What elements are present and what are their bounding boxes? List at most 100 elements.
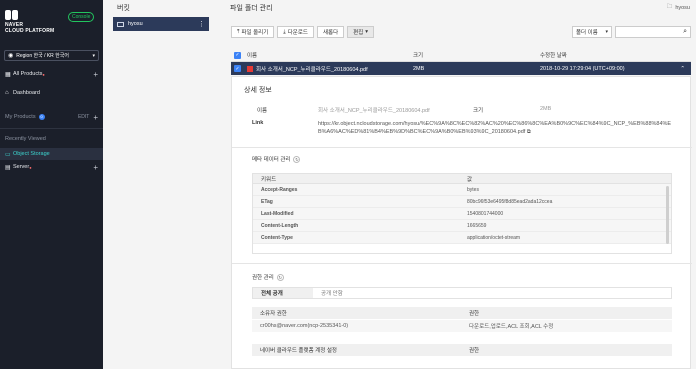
- sidebar-item-server[interactable]: ▤ Server ● +: [0, 161, 103, 173]
- home-icon: ⌂: [5, 90, 9, 96]
- brand-text: NAVER CLOUD PLATFORM: [5, 22, 55, 34]
- copy-icon[interactable]: ⧉: [527, 129, 531, 135]
- row-check-cell: ✓: [231, 65, 247, 72]
- sidebar-item-all-products[interactable]: ▦ All Products ● +: [0, 68, 103, 80]
- refresh-icon[interactable]: ↻: [293, 155, 301, 163]
- refresh-button[interactable]: 새롭다: [316, 26, 345, 38]
- chevron-down-icon: ▾: [605, 29, 608, 35]
- table-header: ✓ 이름 크기 수정한 날짜: [231, 49, 691, 62]
- chevron-down-icon: ▾: [365, 29, 369, 35]
- new-dot: ●: [29, 164, 32, 170]
- main-panel: 파일 폴더 관리 🗀 hyosu ⤒ 파일 올리기 ⤓ 다운로드 새롭다 편집 …: [214, 0, 696, 369]
- meta-value: 1665659: [467, 222, 487, 229]
- sort-label: 폴더 이름: [576, 30, 598, 36]
- sidebar-item-object-storage[interactable]: ▭ Object Storage: [0, 148, 103, 160]
- plus-icon[interactable]: +: [93, 70, 98, 79]
- file-size: 2MB: [413, 65, 425, 72]
- col-name[interactable]: 이름: [247, 51, 413, 59]
- server-icon: ▤: [5, 164, 11, 171]
- download-label: 다운로드: [287, 30, 308, 36]
- toolbar: ⤒ 파일 올리기 ⤓ 다운로드 새롭다 편집 ▾: [231, 26, 375, 38]
- naver-account-header-row: 네이버 클라우드 플랫폼 계정 설정 권한: [252, 344, 672, 356]
- meta-key: Content-Length: [261, 222, 299, 229]
- name-value: 회사 소개서_NCP_누리클라우드_20180604.pdf: [318, 108, 430, 114]
- search-input[interactable]: ⌕: [615, 26, 691, 38]
- meta-title-label: 메타 데이터 관리: [252, 157, 291, 163]
- sidebar-item-label: Server: [13, 164, 30, 170]
- meta-value: 80bc96f53e6495f8d85ead2ada12ccea: [467, 198, 553, 205]
- perm-section-title: 권한 관리 ↻: [252, 273, 284, 281]
- sidebar-item-label: Dashboard: [13, 90, 40, 96]
- file-table: ✓ 이름 크기 수정한 날짜 ✓ 회사 소개서_NCP_누리클라우드_20180…: [231, 49, 691, 75]
- download-button[interactable]: ⤓ 다운로드: [277, 26, 314, 38]
- refresh-label: 새롭다: [322, 30, 339, 36]
- more-vertical-icon[interactable]: ⋮: [198, 20, 205, 28]
- link-value[interactable]: https://kr.object.ncloudstorage.com/hyos…: [318, 120, 673, 136]
- perm-title-label: 권한 관리: [252, 275, 274, 281]
- public-value[interactable]: 공개 안함: [313, 288, 671, 298]
- public-row: 전체 공개 공개 안함: [252, 287, 672, 299]
- console-badge[interactable]: Console: [68, 12, 95, 22]
- owner-header-row: 소유자 권한 권한: [252, 307, 672, 319]
- sidebar-item-dashboard[interactable]: ⌂ Dashboard: [0, 87, 103, 99]
- owner-row: cr00hs@naver.com(ncp-2535341-0) 다운로드,업로드…: [252, 320, 672, 332]
- naver-logo-icon: [5, 10, 25, 20]
- sidebar-item-my-products[interactable]: My Products 0 EDIT +: [0, 111, 103, 123]
- sort-select[interactable]: 폴더 이름 ▾: [572, 26, 612, 38]
- link-label: Link: [252, 120, 264, 126]
- table-row[interactable]: ✓ 회사 소개서_NCP_누리클라우드_20180604.pdf 2MB 201…: [231, 62, 691, 75]
- bucket-panel: 버킷 hyosu ⋮: [103, 0, 214, 369]
- meta-row[interactable]: Content-Type application/octet-stream: [253, 232, 671, 244]
- col-modified[interactable]: 수정한 날짜: [540, 51, 567, 59]
- sidebar-item-label: My Products: [5, 114, 36, 120]
- meta-row[interactable]: Accept-Ranges bytes: [253, 184, 671, 196]
- folder-icon: 🗀: [666, 4, 673, 10]
- select-all-cell: ✓: [231, 51, 247, 59]
- upload-button[interactable]: ⤒ 파일 올리기: [231, 26, 275, 38]
- plus-icon[interactable]: +: [93, 163, 98, 172]
- edit-link[interactable]: EDIT: [78, 114, 89, 120]
- meta-value: bytes: [467, 186, 479, 193]
- edit-dropdown[interactable]: 편집 ▾: [347, 26, 375, 38]
- chevron-up-icon[interactable]: ⌃: [680, 66, 691, 72]
- size-value: 2MB: [540, 106, 552, 112]
- meta-scrollbar[interactable]: [666, 186, 669, 244]
- region-select[interactable]: ◉ Region 한국 / KR 한국어 ▾: [4, 50, 99, 61]
- public-label: 전체 공개: [261, 291, 283, 297]
- sidebar-divider: [0, 128, 103, 129]
- breadcrumb[interactable]: 🗀 hyosu: [667, 3, 690, 12]
- name-label: 이름: [257, 108, 268, 114]
- row-checkbox[interactable]: ✓: [234, 65, 241, 72]
- plus-icon[interactable]: +: [93, 113, 98, 122]
- meta-key: ETag: [261, 198, 273, 205]
- meta-key: Accept-Ranges: [261, 186, 298, 193]
- region-label: Region 한국 / KR 한국어: [16, 53, 69, 59]
- meta-row[interactable]: Last-Modified 1540801744000: [253, 208, 671, 220]
- upload-icon: ⤒: [237, 28, 240, 35]
- col-size[interactable]: 크기: [413, 51, 540, 59]
- recently-viewed-heading: Recently Viewed: [5, 136, 46, 142]
- meta-row[interactable]: ETag 80bc96f53e6495f8d85ead2ada12ccea: [253, 196, 671, 208]
- detail-title: 상세 정보: [244, 87, 272, 94]
- bucket-panel-title: 버킷: [117, 5, 130, 12]
- page-title: 파일 폴더 관리: [230, 5, 273, 12]
- bucket-item[interactable]: hyosu ⋮: [113, 17, 209, 31]
- upload-label: 파일 올리기: [241, 30, 269, 36]
- meta-row[interactable]: Content-Length 1665659: [253, 220, 671, 232]
- file-modified: 2018-10-29 17:29:04 (UTC+09:00): [540, 65, 625, 72]
- meta-key: Content-Type: [261, 234, 293, 241]
- download-icon: ⤓: [283, 28, 286, 35]
- edit-label: 편집: [353, 30, 364, 36]
- bucket-icon: [117, 21, 124, 27]
- meta-table: 키워드 값 Accept-Ranges bytes ETag 80bc96f53e6…: [252, 173, 672, 254]
- sidebar-item-label: All Products: [13, 71, 43, 77]
- grid-icon: ▦: [5, 71, 11, 78]
- meta-key: Last-Modified: [261, 210, 294, 217]
- chevron-down-icon: ▾: [92, 52, 95, 59]
- refresh-icon[interactable]: ↻: [276, 273, 284, 281]
- detail-panel: 상세 정보 이름 회사 소개서_NCP_누리클라우드_20180604.pdf …: [231, 76, 692, 369]
- select-all-checkbox[interactable]: ✓: [234, 51, 241, 59]
- globe-icon: ◉: [8, 53, 14, 59]
- search-icon[interactable]: ⌕: [683, 28, 687, 36]
- meta-section-title: 메타 데이터 관리 ↻: [252, 155, 301, 163]
